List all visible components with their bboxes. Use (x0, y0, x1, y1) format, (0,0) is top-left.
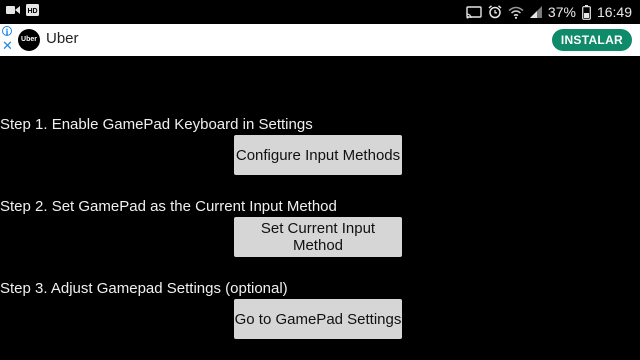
status-bar-left: HD (6, 4, 39, 16)
app-screen: HD 37% 16:49 i ✕ Uber Uber INSTALAR Step… (0, 0, 640, 360)
ad-title: Uber (46, 30, 79, 47)
battery-icon (582, 4, 591, 20)
svg-text:HD: HD (27, 8, 37, 15)
battery-percent: 37% (547, 4, 576, 20)
ad-info-icon[interactable]: i (2, 26, 12, 37)
wifi-icon (508, 6, 524, 19)
set-current-input-method-button[interactable]: Set Current Input Method (234, 217, 402, 257)
install-button[interactable]: INSTALAR (551, 29, 632, 51)
go-to-gamepad-settings-button[interactable]: Go to GamePad Settings (234, 299, 402, 339)
step-1-label: Step 1. Enable GamePad Keyboard in Setti… (0, 116, 313, 133)
ad-close-icon[interactable]: ✕ (2, 39, 13, 52)
step-3-label: Step 3. Adjust Gamepad Settings (optiona… (0, 280, 288, 297)
ad-logo: Uber (18, 29, 40, 51)
signal-icon (529, 6, 542, 18)
status-bar-right: 37% 16:49 (466, 3, 632, 21)
status-bar: HD 37% 16:49 (0, 0, 640, 24)
configure-input-methods-button[interactable]: Configure Input Methods (234, 135, 402, 175)
step-2-label: Step 2. Set GamePad as the Current Input… (0, 198, 337, 215)
alarm-icon (488, 5, 502, 19)
clock-time: 16:49 (596, 4, 632, 20)
video-camera-icon (6, 5, 20, 15)
ad-banner[interactable]: i ✕ Uber Uber INSTALAR (0, 24, 640, 56)
cast-icon (466, 5, 482, 19)
hd-icon: HD (26, 4, 39, 16)
